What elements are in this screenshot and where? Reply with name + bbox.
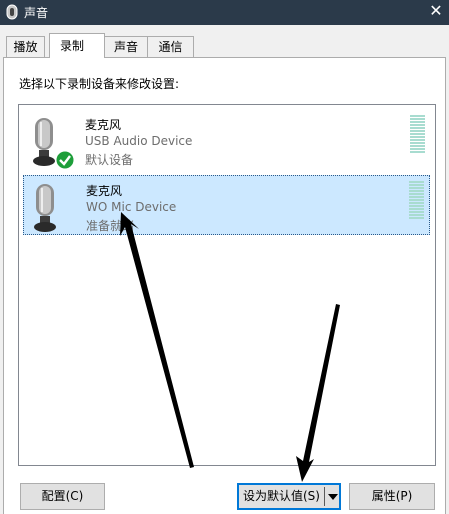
default-check-icon xyxy=(55,150,75,170)
set-default-split-button[interactable]: 设为默认值(S) xyxy=(237,483,341,510)
device-description: WO Mic Device xyxy=(86,200,177,214)
tab-recording[interactable]: 录制 xyxy=(49,33,105,58)
speaker-app-icon xyxy=(6,4,18,20)
device-status: 准备就绪 xyxy=(86,219,135,233)
device-description: USB Audio Device xyxy=(85,134,193,148)
tab-strip: 播放 录制 声音 通信 xyxy=(0,33,449,58)
level-meter xyxy=(409,181,424,219)
device-list[interactable]: 麦克风 USB Audio Device 默认设备 麦克风 WO Mic Dev… xyxy=(18,104,436,466)
device-name: 麦克风 xyxy=(86,184,123,198)
configure-button[interactable]: 配置(C) xyxy=(20,483,105,510)
device-item-usb-audio[interactable]: 麦克风 USB Audio Device 默认设备 xyxy=(23,110,430,170)
instruction-text: 选择以下录制设备来修改设置: xyxy=(19,77,180,91)
level-meter xyxy=(410,115,425,153)
device-status: 默认设备 xyxy=(85,153,134,167)
device-name: 麦克风 xyxy=(85,118,122,132)
device-item-wo-mic[interactable]: 麦克风 WO Mic Device 准备就绪 xyxy=(23,175,430,235)
tab-communications[interactable]: 通信 xyxy=(147,36,194,57)
microphone-icon xyxy=(34,184,56,232)
title-bar: 声音 ✕ xyxy=(0,0,449,25)
split-divider xyxy=(324,487,325,506)
window-title: 声音 xyxy=(24,6,49,20)
tab-sounds[interactable]: 声音 xyxy=(104,36,148,57)
dropdown-arrow-icon[interactable] xyxy=(328,492,338,502)
close-button[interactable]: ✕ xyxy=(423,0,449,25)
set-default-button-label[interactable]: 设为默认值(S) xyxy=(243,484,320,509)
tab-playback[interactable]: 播放 xyxy=(6,36,45,57)
properties-button[interactable]: 属性(P) xyxy=(349,483,435,510)
